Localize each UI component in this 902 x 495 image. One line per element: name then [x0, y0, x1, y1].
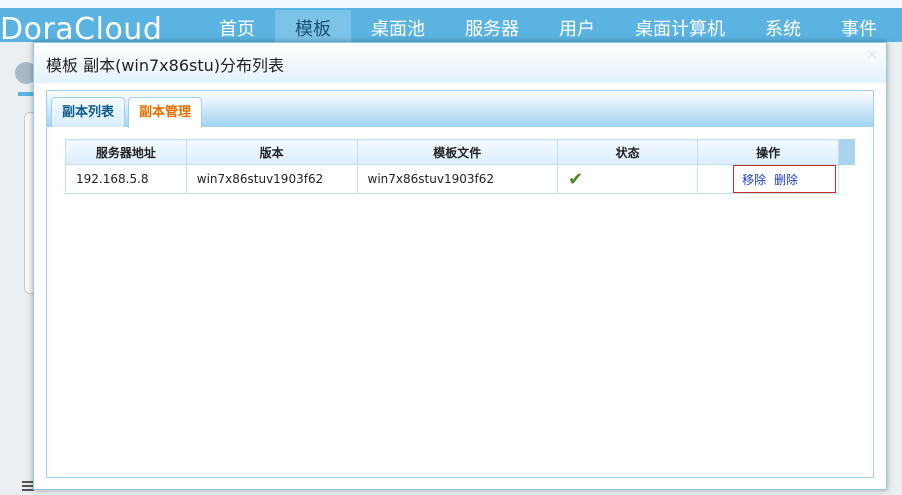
- cell-status: ✔: [557, 164, 699, 194]
- delete-link[interactable]: 删除: [774, 173, 798, 187]
- top-stripe: [0, 0, 902, 8]
- cell-actions: 移除 删除: [697, 164, 840, 194]
- nav-item-template[interactable]: 模板: [275, 10, 351, 42]
- remove-link[interactable]: 移除: [742, 173, 766, 187]
- table-row[interactable]: 192.168.5.8 win7x86stuv1903f62 win7x86st…: [65, 164, 855, 194]
- header-filler: [838, 139, 855, 165]
- distribution-dialog: 模板 副本(win7x86stu)分布列表 × 副本列表 副本管理 服务器地址 …: [33, 42, 887, 490]
- tab-replica-list[interactable]: 副本列表: [51, 97, 125, 127]
- col-version[interactable]: 版本: [185, 139, 358, 165]
- dialog-title: 模板 副本(win7x86stu)分布列表: [46, 56, 285, 75]
- table-header-row: 服务器地址 版本 模板文件 状态 操作: [65, 139, 855, 165]
- nav-item-servers[interactable]: 服务器: [452, 10, 532, 42]
- replica-table: 服务器地址 版本 模板文件 状态 操作 192.168.5.8 win7x86s…: [65, 139, 855, 194]
- close-icon[interactable]: ×: [866, 47, 878, 63]
- check-icon: ✔: [568, 168, 584, 190]
- cell-version: win7x86stuv1903f62: [185, 164, 358, 194]
- top-nav-bar: DoraCloud 首页 模板 桌面池 服务器 用户 桌面计算机 系统 事件: [0, 0, 902, 47]
- tab-replica-management[interactable]: 副本管理: [128, 97, 202, 128]
- cell-template-file: win7x86stuv1903f62: [356, 164, 559, 194]
- row-filler: [839, 165, 855, 194]
- nav-item-desktop-pool[interactable]: 桌面池: [358, 10, 438, 42]
- col-status[interactable]: 状态: [557, 139, 699, 165]
- nav-item-system[interactable]: 系统: [752, 10, 814, 42]
- col-actions[interactable]: 操作: [697, 139, 840, 165]
- actions-highlight: 移除 删除: [733, 165, 837, 193]
- nav-item-home[interactable]: 首页: [208, 10, 266, 42]
- dialog-header: 模板 副本(win7x86stu)分布列表 ×: [34, 43, 886, 83]
- cell-server: 192.168.5.8: [65, 164, 187, 194]
- nav-item-desktop-computers[interactable]: 桌面计算机: [622, 10, 738, 42]
- tab-bar: 副本列表 副本管理: [47, 91, 873, 128]
- col-server-address[interactable]: 服务器地址: [65, 139, 187, 165]
- col-template-file[interactable]: 模板文件: [356, 139, 559, 165]
- nav-item-users[interactable]: 用户: [546, 10, 608, 42]
- tab-panel: 副本列表 副本管理 服务器地址 版本 模板文件 状态 操作 192.168.5.…: [46, 90, 874, 478]
- nav-item-events[interactable]: 事件: [828, 10, 890, 42]
